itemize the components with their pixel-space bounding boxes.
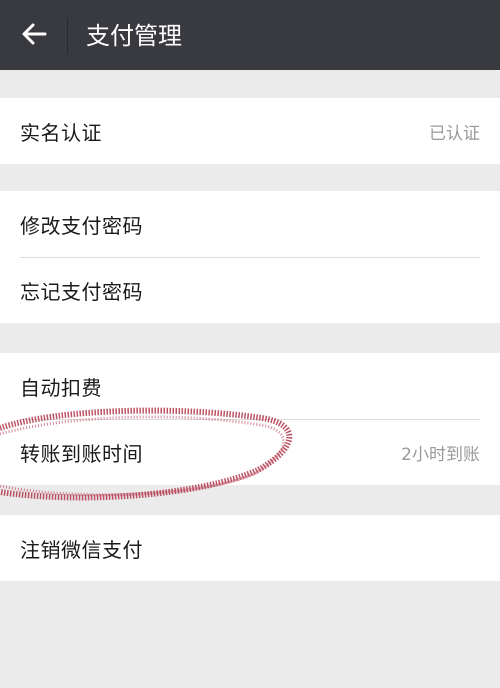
title-bar: 支付管理 — [0, 0, 500, 70]
group-deduction-transfer: 自动扣费 转账到账时间 2小时到账 — [0, 353, 500, 485]
row-auto-deduction[interactable]: 自动扣费 — [0, 353, 500, 419]
row-label: 自动扣费 — [20, 375, 102, 400]
row-forgot-payment-password[interactable]: 忘记支付密码 — [0, 257, 500, 323]
row-label: 转账到账时间 — [20, 441, 143, 466]
row-real-name-verification[interactable]: 实名认证 已认证 — [0, 98, 500, 164]
group-password: 修改支付密码 忘记支付密码 — [0, 191, 500, 323]
row-transfer-arrival-time[interactable]: 转账到账时间 2小时到账 — [0, 419, 500, 485]
row-change-payment-password[interactable]: 修改支付密码 — [0, 191, 500, 257]
row-label: 修改支付密码 — [20, 213, 143, 238]
row-label: 实名认证 — [20, 120, 102, 145]
arrow-left-icon — [21, 21, 47, 51]
group-cancel: 注销微信支付 — [0, 515, 500, 581]
header-divider — [67, 18, 68, 54]
row-cancel-wechat-pay[interactable]: 注销微信支付 — [0, 515, 500, 581]
row-label: 忘记支付密码 — [20, 279, 143, 304]
page-title: 支付管理 — [86, 22, 182, 50]
back-button[interactable] — [10, 12, 58, 60]
group-identity: 实名认证 已认证 — [0, 98, 500, 164]
row-value: 2小时到账 — [401, 444, 480, 465]
row-value: 已认证 — [429, 123, 480, 144]
row-label: 注销微信支付 — [20, 537, 143, 562]
